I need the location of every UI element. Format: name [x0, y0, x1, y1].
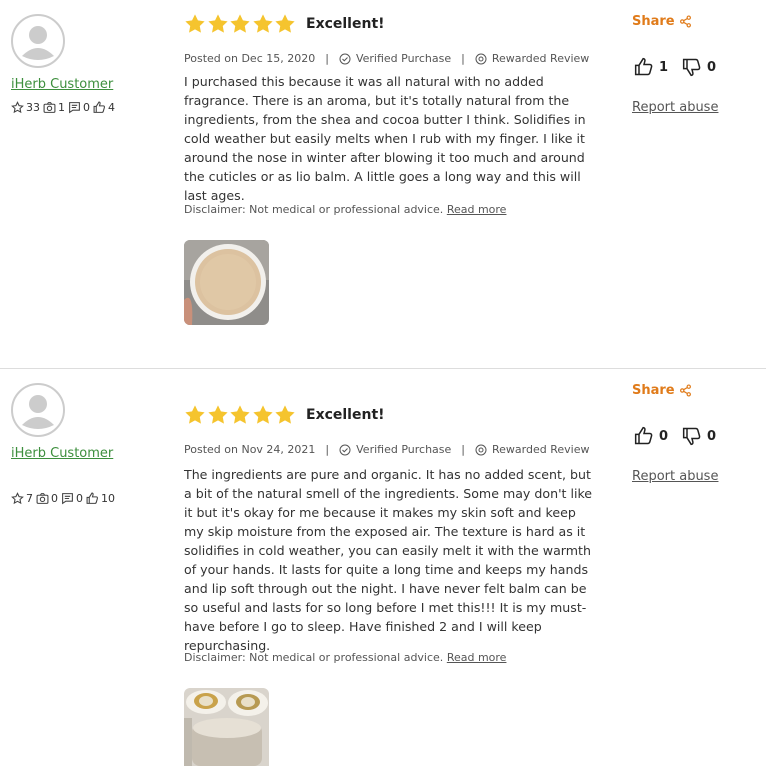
- star-icon: [275, 14, 295, 33]
- reviewer-stats: 7 0 0 10: [11, 492, 118, 505]
- star-rating: [184, 404, 297, 426]
- posted-date: Posted on Nov 24, 2021: [184, 443, 316, 456]
- star-icon: [230, 14, 250, 33]
- star-outline-icon: [11, 492, 24, 505]
- star-icon: [185, 14, 205, 33]
- helpful-button[interactable]: 1: [634, 57, 668, 77]
- reviewer-like-count: 4: [108, 101, 115, 114]
- comment-icon: [69, 102, 80, 114]
- thumbs-down-icon: [682, 427, 701, 446]
- review-body: I purchased this because it was all natu…: [184, 74, 586, 203]
- review-card: iHerb Customer 7 0 0 10 Excellent! Poste…: [0, 369, 766, 766]
- helpful-count: 0: [659, 428, 669, 444]
- avatar-icon[interactable]: [11, 383, 65, 437]
- share-button[interactable]: Share: [632, 14, 692, 29]
- star-icon: [207, 405, 228, 424]
- star-icon: [207, 14, 228, 33]
- review-title: Excellent!: [306, 16, 385, 32]
- comment-icon: [62, 493, 73, 505]
- thumbs-up-icon: [86, 492, 98, 504]
- separator: |: [325, 52, 329, 65]
- check-circle-icon: [339, 444, 351, 455]
- avatar-icon[interactable]: [11, 14, 65, 68]
- balm-jars-photo: [184, 688, 269, 766]
- rewarded-review-label: Rewarded Review: [492, 443, 590, 456]
- star-rating: [184, 13, 297, 35]
- reviewer-comment-count: 0: [83, 101, 90, 114]
- thumbs-down-icon: [682, 58, 701, 77]
- separator: |: [461, 443, 466, 456]
- reviewer-stats: 33 1 0 4: [11, 101, 118, 114]
- review-meta: Posted on Dec 15, 2020 | Verified Purcha…: [184, 52, 589, 65]
- share-button[interactable]: Share: [632, 383, 692, 398]
- camera-icon: [43, 102, 56, 113]
- vote-buttons: 0 0: [634, 426, 730, 446]
- verified-purchase-label: Verified Purchase: [356, 443, 452, 456]
- reward-badge-icon: [475, 53, 487, 64]
- unhelpful-button[interactable]: 0: [682, 57, 716, 77]
- report-abuse-link[interactable]: Report abuse: [632, 100, 718, 115]
- unhelpful-count: 0: [707, 428, 717, 444]
- balm-jar-photo: [184, 240, 269, 325]
- reviewer-name-link[interactable]: iHerb Customer: [11, 446, 113, 461]
- review-title: Excellent!: [306, 407, 385, 423]
- reward-badge-icon: [475, 444, 487, 455]
- posted-date: Posted on Dec 15, 2020: [184, 52, 316, 65]
- review-meta: Posted on Nov 24, 2021 | Verified Purcha…: [184, 443, 589, 456]
- unhelpful-button[interactable]: 0: [682, 426, 716, 446]
- verified-purchase-label: Verified Purchase: [355, 52, 452, 65]
- thumbs-up-icon: [634, 57, 653, 76]
- review-photo-thumbnail[interactable]: [184, 240, 269, 325]
- helpful-count: 1: [659, 59, 669, 75]
- separator: |: [325, 443, 330, 456]
- disclaimer: Disclaimer: Not medical or professional …: [184, 203, 506, 216]
- reviewer-photo-count: 1: [58, 101, 65, 114]
- star-outline-icon: [11, 101, 24, 114]
- separator: |: [461, 52, 465, 65]
- review-body: The ingredients are pure and organic. It…: [184, 467, 593, 653]
- star-icon: [252, 405, 273, 424]
- reviewer-comment-count: 0: [76, 492, 83, 505]
- share-icon: [679, 384, 691, 397]
- read-more-link[interactable]: Read more: [447, 203, 507, 216]
- star-icon: [185, 405, 205, 424]
- check-circle-icon: [339, 53, 351, 64]
- thumbs-up-icon: [93, 101, 105, 113]
- reviewer-star-count: 7: [26, 492, 33, 505]
- share-label: Share: [632, 14, 675, 29]
- read-more-link[interactable]: Read more: [447, 651, 507, 664]
- rewarded-review-label: Rewarded Review: [491, 52, 590, 65]
- reviewer-star-count: 33: [26, 101, 40, 114]
- disclaimer: Disclaimer: Not medical or professional …: [184, 651, 506, 664]
- disclaimer-text: Disclaimer: Not medical or professional …: [184, 651, 444, 664]
- share-label: Share: [632, 383, 675, 398]
- report-abuse-link[interactable]: Report abuse: [632, 469, 718, 484]
- reviewer-like-count: 10: [101, 492, 115, 505]
- thumbs-up-icon: [634, 426, 653, 445]
- reviewer-name-link[interactable]: iHerb Customer: [11, 77, 113, 92]
- review-card: iHerb Customer 33 1 0 4 Excellent! Poste…: [0, 0, 766, 368]
- camera-icon: [36, 493, 49, 504]
- disclaimer-text: Disclaimer: Not medical or professional …: [184, 203, 444, 216]
- star-icon: [230, 405, 250, 424]
- review-photo-thumbnail[interactable]: [184, 688, 269, 766]
- unhelpful-count: 0: [707, 59, 717, 75]
- reviewer-photo-count: 0: [51, 492, 58, 505]
- vote-buttons: 1 0: [634, 57, 730, 77]
- helpful-button[interactable]: 0: [634, 426, 668, 446]
- share-icon: [679, 15, 691, 28]
- star-icon: [252, 14, 273, 33]
- star-icon: [275, 405, 295, 424]
